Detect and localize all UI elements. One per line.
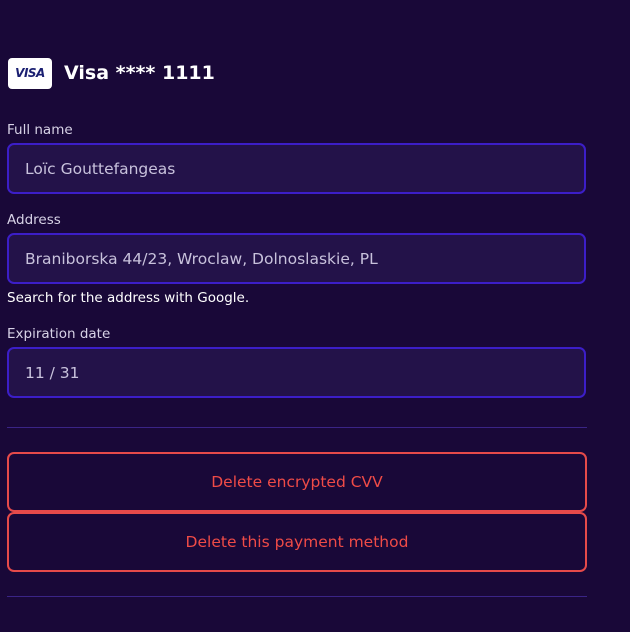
card-title: Visa **** 1111 — [64, 62, 215, 84]
address-value: Braniborska 44/23, Wroclaw, Dolnoslaskie… — [25, 249, 378, 268]
address-label: Address — [7, 212, 61, 228]
visa-card-icon: VISA — [8, 57, 52, 89]
delete-cvv-button[interactable]: Delete encrypted CVV — [7, 452, 587, 512]
visa-logo-text: VISA — [15, 66, 45, 80]
card-header: VISA Visa **** 1111 — [8, 57, 215, 89]
divider-top — [7, 427, 587, 428]
address-field[interactable]: Braniborska 44/23, Wroclaw, Dolnoslaskie… — [7, 233, 586, 284]
expiration-date-field[interactable]: 11 / 31 — [7, 347, 586, 398]
divider-bottom — [7, 596, 587, 597]
expiration-date-value: 11 / 31 — [25, 363, 80, 382]
google-address-search-link[interactable]: Search for the address with Google. — [7, 290, 249, 306]
full-name-value: Loïc Gouttefangeas — [25, 159, 176, 178]
delete-payment-method-button[interactable]: Delete this payment method — [7, 512, 587, 572]
full-name-field[interactable]: Loïc Gouttefangeas — [7, 143, 586, 194]
expiration-date-label: Expiration date — [7, 326, 111, 342]
full-name-label: Full name — [7, 122, 73, 138]
